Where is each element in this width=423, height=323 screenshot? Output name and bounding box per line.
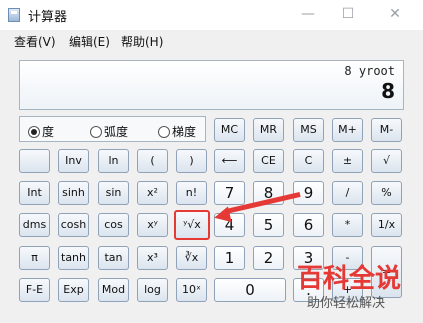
radio-selected-icon: [28, 126, 40, 138]
lparen-button[interactable]: (: [137, 149, 168, 173]
sqrt-button[interactable]: √: [371, 149, 402, 173]
radio-unselected-icon: [158, 126, 170, 138]
menu-view[interactable]: 查看(V): [14, 33, 56, 50]
ce-button[interactable]: CE: [253, 149, 284, 173]
c-button[interactable]: C: [293, 149, 324, 173]
digit-7-button[interactable]: 7: [214, 181, 245, 205]
log-button[interactable]: log: [137, 278, 168, 302]
multiply-button[interactable]: *: [332, 213, 363, 237]
blank-button: [19, 149, 50, 173]
tan-button[interactable]: tan: [98, 246, 129, 270]
pi-button[interactable]: π: [19, 246, 50, 270]
sin-button[interactable]: sin: [98, 181, 129, 205]
mod-button[interactable]: Mod: [98, 278, 129, 302]
digit-6-button[interactable]: 6: [293, 213, 324, 237]
dms-button[interactable]: dms: [19, 213, 50, 237]
watermark-subtitle: 助你轻松解决: [307, 296, 386, 311]
minimize-button[interactable]: —: [286, 3, 330, 25]
radio-degrees-label: 度: [42, 125, 55, 139]
reciprocal-button[interactable]: 1/x: [371, 213, 402, 237]
radio-gradians-label: 梯度: [172, 125, 197, 139]
maximize-button[interactable]: ☐: [326, 3, 370, 25]
yroot-button[interactable]: ʸ√x: [174, 210, 210, 240]
cuberoot-button[interactable]: ∛x: [176, 246, 207, 270]
digit-0-button[interactable]: 0: [214, 278, 286, 302]
divide-button[interactable]: /: [332, 181, 363, 205]
cosh-button[interactable]: cosh: [58, 213, 89, 237]
expression-text: 8 yroot: [344, 64, 395, 78]
watermark: 百科全说 助你轻松解决: [295, 258, 420, 318]
digit-2-button[interactable]: 2: [253, 246, 284, 270]
mminus-button[interactable]: M-: [371, 118, 402, 142]
radio-unselected-icon: [90, 126, 102, 138]
x3-button[interactable]: x³: [137, 246, 168, 270]
menu-edit[interactable]: 编辑(E): [69, 33, 110, 50]
ln-button[interactable]: ln: [98, 149, 129, 173]
mplus-button[interactable]: M+: [332, 118, 363, 142]
title-bar: 计算器 — ☐ ✕: [0, 0, 423, 30]
sinh-button[interactable]: sinh: [58, 181, 89, 205]
inv-button[interactable]: Inv: [58, 149, 89, 173]
percent-button[interactable]: %: [371, 181, 402, 205]
cos-button[interactable]: cos: [98, 213, 129, 237]
tanh-button[interactable]: tanh: [58, 246, 89, 270]
radio-gradians[interactable]: 梯度: [158, 123, 196, 140]
x2-button[interactable]: x²: [137, 181, 168, 205]
mc-button[interactable]: MC: [214, 118, 245, 142]
display-panel: 8 yroot 8: [19, 60, 404, 110]
radio-radians-label: 弧度: [104, 125, 129, 139]
window-title: 计算器: [28, 10, 68, 25]
rparen-button[interactable]: ): [176, 149, 207, 173]
radio-radians[interactable]: 弧度: [90, 123, 128, 140]
angle-mode-group: 度 弧度 梯度: [19, 116, 206, 142]
close-button[interactable]: ✕: [373, 3, 417, 25]
plusminus-button[interactable]: ±: [332, 149, 363, 173]
result-value: 8: [381, 79, 395, 103]
backspace-button[interactable]: ⟵: [214, 149, 245, 173]
exp-button[interactable]: Exp: [58, 278, 89, 302]
calculator-icon: [8, 8, 20, 22]
digit-5-button[interactable]: 5: [253, 213, 284, 237]
factorial-button[interactable]: n!: [176, 181, 207, 205]
mr-button[interactable]: MR: [253, 118, 284, 142]
menu-bar: 查看(V) 编辑(E) 帮助(H): [0, 30, 423, 52]
tenx-button[interactable]: 10ˣ: [176, 278, 207, 302]
radio-degrees[interactable]: 度: [28, 123, 54, 140]
int-button[interactable]: Int: [19, 181, 50, 205]
xy-button[interactable]: xʸ: [137, 213, 168, 237]
menu-help[interactable]: 帮助(H): [121, 33, 163, 50]
digit-1-button[interactable]: 1: [214, 246, 245, 270]
fe-button[interactable]: F-E: [19, 278, 50, 302]
calculator-window: 计算器 — ☐ ✕ 查看(V) 编辑(E) 帮助(H) 8 yroot 8 度 …: [0, 0, 423, 323]
watermark-title: 百科全说: [297, 264, 402, 294]
ms-button[interactable]: MS: [293, 118, 324, 142]
